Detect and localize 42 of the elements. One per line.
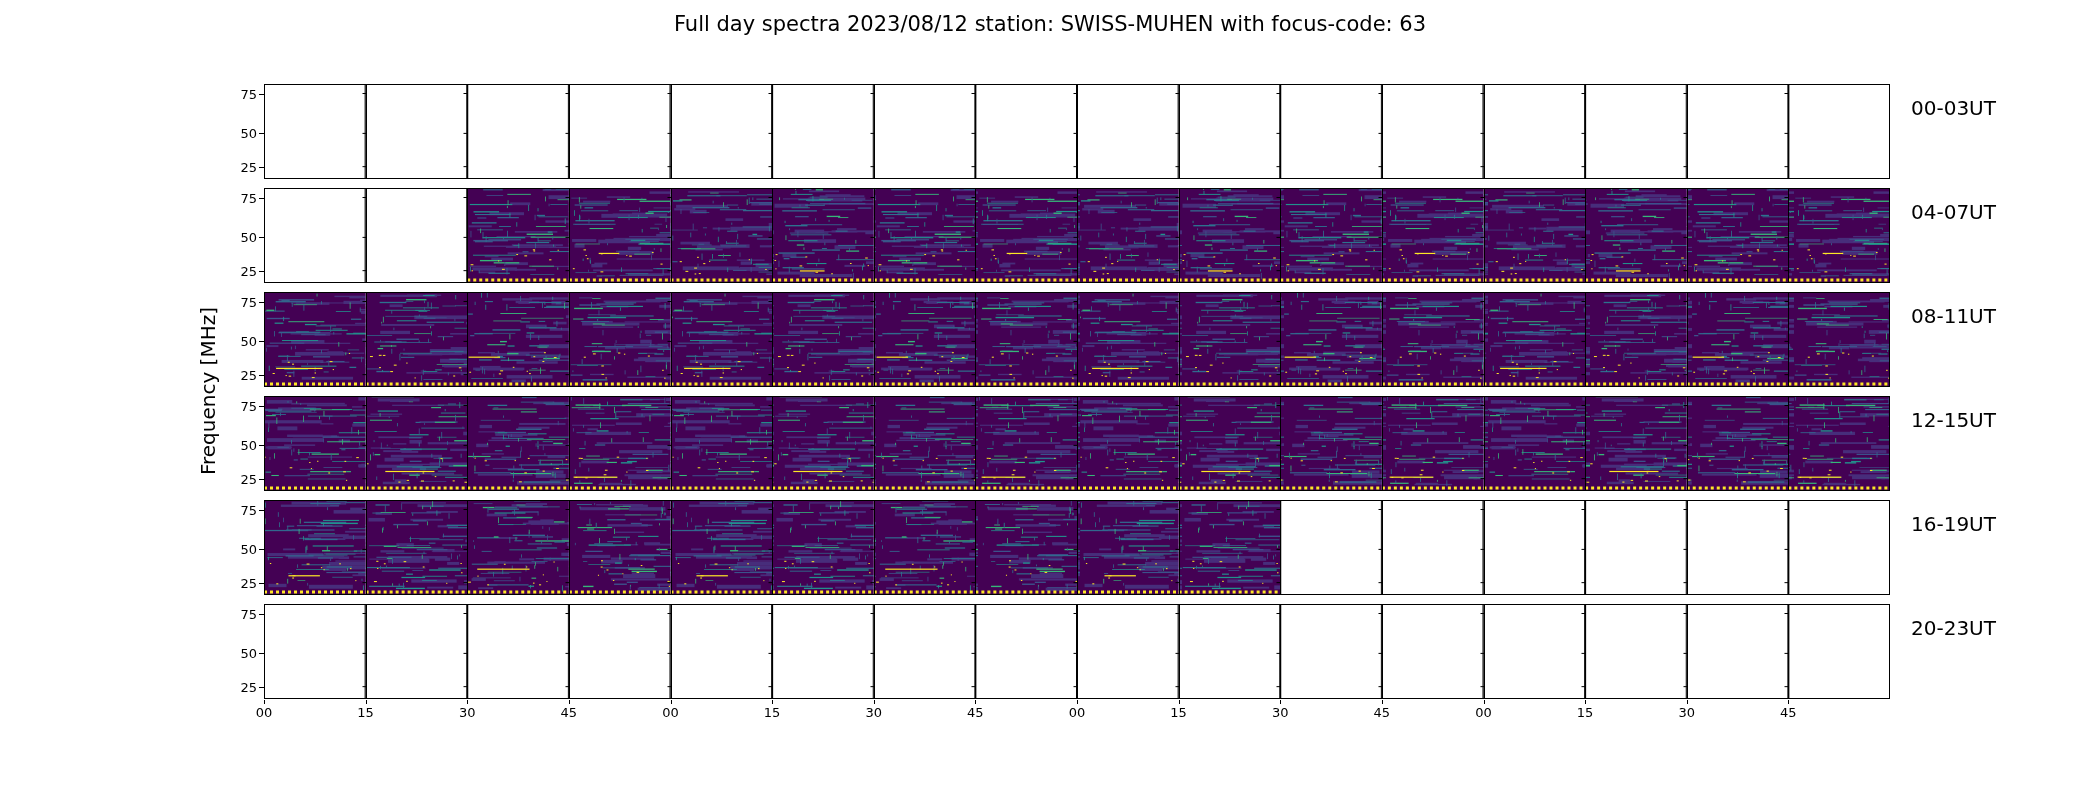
row-label: 16-19UT <box>1910 511 1996 536</box>
tick-label: 75 <box>240 294 257 309</box>
tick-label: 50 <box>240 229 257 245</box>
tick-label: 30 <box>1272 705 1289 720</box>
tick-label: 50 <box>240 541 257 557</box>
figure-title: Full day spectra 2023/08/12 station: SWISS-MUHEN with focus-code: 63 <box>673 11 1427 38</box>
row-label: 20-23UT <box>1910 615 1996 640</box>
tick-label: 15 <box>357 705 374 720</box>
tick-label: 00 <box>1475 705 1492 720</box>
tick-label: 15 <box>1170 705 1187 720</box>
row-label: 08-11UT <box>1910 303 1996 328</box>
row-label: 04-07UT <box>1910 199 1996 224</box>
tick-label: 25 <box>240 367 257 383</box>
tick-label: 00 <box>1068 705 1086 720</box>
tick-label: 45 <box>1780 705 1797 720</box>
tick-label: 25 <box>240 159 257 175</box>
tick-label: 15 <box>1576 705 1594 720</box>
tick-label: 25 <box>240 263 257 279</box>
tick-label: 30 <box>1678 705 1695 720</box>
tick-label: 75 <box>240 190 257 205</box>
tick-label: 75 <box>240 502 257 517</box>
tick-label: 75 <box>240 86 257 101</box>
tick-label: 50 <box>240 437 257 453</box>
tick-label: 25 <box>240 471 257 487</box>
tick-label: 30 <box>865 705 882 720</box>
row-label: 12-15UT <box>1910 407 1996 432</box>
row-label: 00-03UT <box>1910 95 1996 120</box>
tick-label: 45 <box>560 705 578 720</box>
tick-label: 30 <box>459 705 476 720</box>
tick-label: 25 <box>240 679 257 695</box>
tick-label: 75 <box>240 398 257 413</box>
tick-label: 50 <box>240 645 257 661</box>
tick-label: 00 <box>662 705 679 720</box>
tick-label: 45 <box>967 705 984 720</box>
axis-label: Frequency [MHz] <box>196 307 220 476</box>
tick-label: 75 <box>240 606 257 621</box>
tick-label: 00 <box>255 705 273 720</box>
tick-label: 50 <box>240 333 257 349</box>
tick-label: 15 <box>763 705 781 720</box>
tick-label: 45 <box>1373 705 1391 720</box>
tick-label: 25 <box>240 575 257 591</box>
tick-label: 50 <box>240 125 257 141</box>
